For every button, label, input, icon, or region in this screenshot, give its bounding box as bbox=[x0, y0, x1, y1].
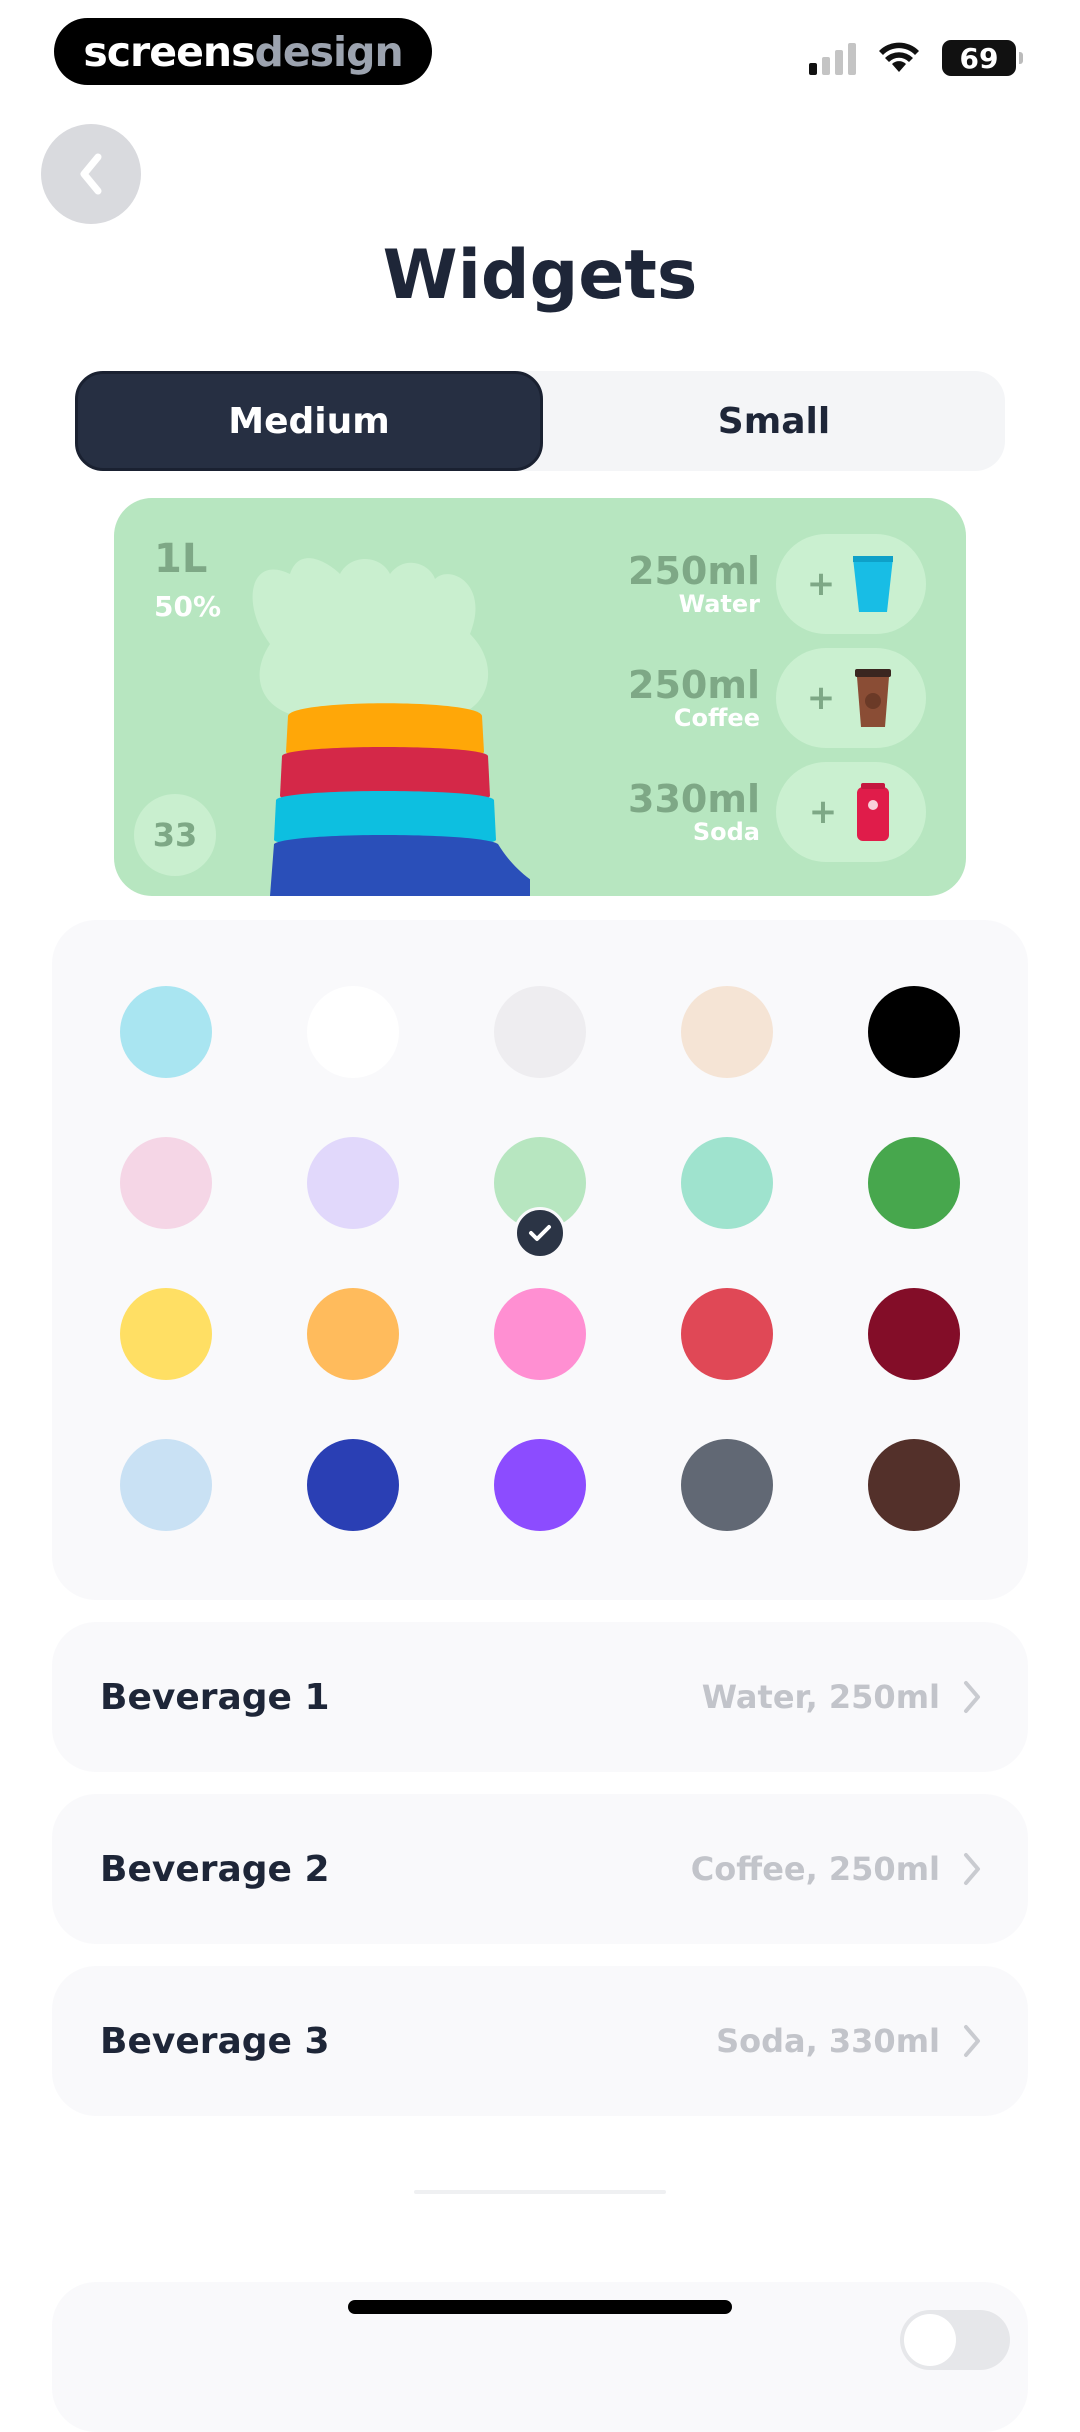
daily-percent: 50% bbox=[154, 590, 222, 623]
color-swatch[interactable] bbox=[307, 1288, 399, 1380]
beverage-2-row[interactable]: Beverage 2 Coffee, 250ml bbox=[52, 1794, 1028, 1944]
beverage-row-value: Soda, 330ml bbox=[716, 2022, 940, 2060]
widget-size-toggle: Medium Small bbox=[75, 371, 1005, 471]
wifi-icon bbox=[879, 42, 919, 72]
daily-total: 1L bbox=[154, 536, 208, 582]
color-swatch[interactable] bbox=[307, 1137, 399, 1229]
beverage-row-value: Coffee, 250ml bbox=[690, 1850, 940, 1888]
color-swatch[interactable] bbox=[494, 1439, 586, 1531]
beverage-quick-add-2: 250ml Coffee + bbox=[628, 648, 926, 748]
color-swatch[interactable] bbox=[868, 986, 960, 1078]
beverage-name: Soda bbox=[692, 818, 760, 846]
color-swatch[interactable] bbox=[494, 1288, 586, 1380]
color-swatch[interactable] bbox=[494, 986, 586, 1078]
beverage-amount: 250ml bbox=[628, 549, 760, 593]
status-icons: 69 bbox=[809, 40, 1023, 76]
streak-badge: 33 bbox=[134, 794, 216, 876]
logo-text-screens: screens bbox=[83, 27, 255, 76]
color-swatch[interactable] bbox=[120, 1439, 212, 1531]
beverage-name: Coffee bbox=[673, 704, 760, 732]
beverage-amount: 330ml bbox=[628, 777, 760, 821]
color-swatch[interactable] bbox=[681, 1288, 773, 1380]
color-swatch[interactable] bbox=[120, 1137, 212, 1229]
back-button[interactable] bbox=[41, 124, 141, 224]
soda-can-icon bbox=[857, 783, 890, 841]
color-swatch[interactable] bbox=[120, 1288, 212, 1380]
beverage-quick-add-3: 330ml Soda + bbox=[628, 762, 926, 862]
water-cup-icon bbox=[853, 556, 894, 612]
beverage-amount: 250ml bbox=[628, 663, 760, 707]
cellular-signal-icon bbox=[809, 41, 856, 75]
tab-small[interactable]: Small bbox=[543, 371, 1005, 471]
color-swatch[interactable] bbox=[120, 986, 212, 1078]
color-swatch[interactable] bbox=[681, 986, 773, 1078]
beverage-quick-add-1: 250ml Water + bbox=[628, 534, 926, 634]
beverage-3-row[interactable]: Beverage 3 Soda, 330ml bbox=[52, 1966, 1028, 2116]
plus-icon: + bbox=[806, 678, 836, 718]
color-swatch[interactable] bbox=[868, 1288, 960, 1380]
plus-icon: + bbox=[808, 792, 838, 832]
battery-level: 69 bbox=[959, 41, 999, 75]
color-swatch[interactable] bbox=[681, 1439, 773, 1531]
screensdesign-logo: screens design bbox=[54, 18, 432, 85]
chevron-right-icon bbox=[964, 1853, 980, 1885]
plus-icon: + bbox=[806, 564, 836, 604]
beverage-row-label: Beverage 3 bbox=[100, 2020, 330, 2062]
color-swatch[interactable] bbox=[307, 1439, 399, 1531]
coffee-cup-icon bbox=[855, 669, 892, 727]
color-swatch[interactable] bbox=[307, 986, 399, 1078]
battery-indicator: 69 bbox=[942, 40, 1023, 76]
add-coffee-button[interactable]: + bbox=[776, 648, 926, 748]
home-indicator bbox=[348, 2300, 732, 2314]
color-swatch[interactable] bbox=[681, 1137, 773, 1229]
chevron-left-icon bbox=[80, 153, 102, 195]
selected-check-icon bbox=[514, 1207, 566, 1259]
beverage-name: Water bbox=[678, 590, 760, 618]
section-divider bbox=[414, 2190, 666, 2194]
chevron-right-icon bbox=[964, 1681, 980, 1713]
chevron-right-icon bbox=[964, 2025, 980, 2057]
beverage-row-label: Beverage 2 bbox=[100, 1848, 330, 1890]
page-title: Widgets bbox=[382, 236, 698, 315]
color-swatch[interactable] bbox=[868, 1137, 960, 1229]
tab-medium[interactable]: Medium bbox=[75, 371, 543, 471]
add-water-button[interactable]: + bbox=[776, 534, 926, 634]
logo-text-design: design bbox=[254, 27, 403, 76]
beverage-row-value: Water, 250ml bbox=[701, 1678, 940, 1716]
setting-toggle[interactable] bbox=[900, 2310, 1010, 2370]
color-palette bbox=[52, 920, 1028, 1600]
beverage-1-row[interactable]: Beverage 1 Water, 250ml bbox=[52, 1622, 1028, 1772]
beverage-row-label: Beverage 1 bbox=[100, 1676, 330, 1718]
color-swatch[interactable] bbox=[868, 1439, 960, 1531]
add-soda-button[interactable]: + bbox=[776, 762, 926, 862]
widget-preview: 1L 50% 33 250ml Water + 250ml Coffee + 3… bbox=[114, 498, 966, 896]
mascot-illustration bbox=[252, 558, 530, 896]
